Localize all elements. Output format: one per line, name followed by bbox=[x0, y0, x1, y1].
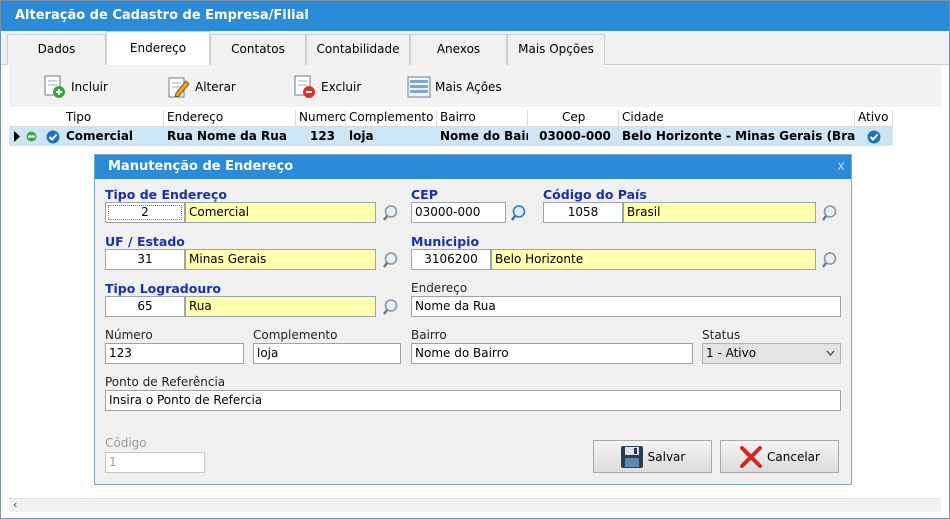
row-indicator-icon bbox=[14, 131, 20, 142]
table-row[interactable]: Comercial Rua Nome da Rua 123 loja Nome … bbox=[9, 127, 893, 146]
status-value: 1 - Ativo bbox=[706, 346, 757, 360]
search-tipo-endereco-icon[interactable] bbox=[382, 204, 400, 222]
tab-contabilidade[interactable]: Contabilidade bbox=[306, 34, 410, 65]
tab-contatos[interactable]: Contatos bbox=[210, 34, 306, 65]
incluir-button[interactable]: Incluir bbox=[43, 75, 108, 99]
check-circle-icon bbox=[46, 130, 60, 144]
col-numero[interactable]: Numero bbox=[296, 110, 346, 127]
col-tipo[interactable]: Tipo bbox=[63, 110, 164, 127]
tipo-logradouro-name-field[interactable]: Rua bbox=[185, 296, 376, 317]
tipo-endereco-code-input[interactable]: 2 bbox=[105, 202, 185, 223]
delete-document-icon bbox=[293, 75, 317, 99]
tab-mais-opcoes[interactable]: Mais Opções bbox=[507, 34, 605, 65]
list-icon bbox=[407, 75, 431, 99]
cell-cidade: Belo Horizonte - Minas Gerais (Brasil) bbox=[622, 129, 855, 143]
search-cep-icon[interactable] bbox=[510, 204, 528, 222]
tipo-logradouro-code-input[interactable]: 65 bbox=[105, 296, 185, 317]
search-tipo-logradouro-icon[interactable] bbox=[382, 298, 400, 316]
grid-header: Tipo Endereço Numero Complemento Bairro … bbox=[9, 107, 893, 127]
excluir-button[interactable]: Excluir bbox=[293, 75, 361, 99]
uf-label: UF / Estado bbox=[105, 234, 185, 249]
municipio-label: Municipio bbox=[411, 234, 480, 249]
complemento-input[interactable]: loja bbox=[253, 343, 401, 364]
tipo-endereco-name-field[interactable]: Comercial bbox=[185, 202, 376, 223]
cell-endereco: Rua Nome da Rua bbox=[167, 129, 287, 143]
codigo-input: 1 bbox=[105, 452, 205, 473]
municipio-code-input[interactable]: 3106200 bbox=[411, 249, 491, 270]
salvar-label: Salvar bbox=[647, 449, 686, 464]
tipo-endereco-label: Tipo de Endereço bbox=[105, 187, 227, 202]
numero-input[interactable]: 123 bbox=[105, 343, 244, 364]
tab-endereco[interactable]: Endereço bbox=[106, 31, 210, 66]
col-cidade[interactable]: Cidade bbox=[619, 110, 855, 127]
window-title: Alteração de Cadastro de Empresa/Filial bbox=[1, 1, 949, 31]
col-complemento[interactable]: Complemento bbox=[346, 110, 437, 127]
codigo-label: Código bbox=[105, 436, 147, 450]
bairro-input[interactable]: Nome do Bairro bbox=[411, 343, 693, 364]
salvar-button[interactable]: Salvar bbox=[593, 440, 712, 473]
dialog-title: Manutenção de Endereço bbox=[95, 155, 851, 179]
main-window: Alteração de Cadastro de Empresa/Filial … bbox=[0, 0, 950, 519]
cancelar-button[interactable]: Cancelar bbox=[720, 440, 839, 473]
cancelar-label: Cancelar bbox=[767, 449, 820, 464]
tipo-logradouro-label: Tipo Logradouro bbox=[105, 281, 221, 296]
col-ativo[interactable]: Ativo bbox=[855, 110, 893, 127]
horizontal-scrollbar[interactable]: ‹ bbox=[9, 498, 941, 512]
status-select[interactable]: 1 - Ativo bbox=[702, 343, 841, 364]
tab-anexos[interactable]: Anexos bbox=[410, 34, 507, 65]
dialog-close-button[interactable]: x bbox=[837, 155, 845, 179]
search-municipio-icon[interactable] bbox=[821, 251, 839, 269]
cell-cep: 03000-000 bbox=[539, 129, 611, 143]
cancel-x-icon bbox=[740, 445, 763, 468]
endereco-label: Endereço bbox=[411, 281, 468, 295]
mais-acoes-button[interactable]: Mais Ações bbox=[407, 75, 502, 99]
ponto-referencia-label: Ponto de Referência bbox=[105, 375, 226, 389]
tab-dados-principais[interactable]: Dados Principais bbox=[7, 34, 106, 85]
complemento-label: Complemento bbox=[253, 328, 338, 342]
alterar-button[interactable]: Alterar bbox=[167, 75, 236, 99]
status-label: Status bbox=[702, 328, 741, 342]
search-uf-icon[interactable] bbox=[382, 251, 400, 269]
save-icon bbox=[620, 445, 643, 468]
col-cep[interactable]: Cep bbox=[528, 110, 619, 127]
chevron-down-icon bbox=[826, 350, 835, 356]
cell-complemento: loja bbox=[349, 129, 374, 143]
ativo-check-icon bbox=[867, 130, 881, 144]
uf-name-field[interactable]: Minas Gerais bbox=[185, 249, 376, 270]
col-endereco[interactable]: Endereço bbox=[164, 110, 296, 127]
cell-numero: 123 bbox=[309, 129, 336, 143]
cell-tipo: Comercial bbox=[66, 129, 134, 143]
municipio-name-field[interactable]: Belo Horizonte bbox=[491, 249, 816, 270]
toolbar: Incluir Alterar Excluir Mais Ações bbox=[9, 65, 941, 107]
edit-document-icon bbox=[167, 75, 191, 99]
tab-bar: Dados Principais Endereço Contatos Conta… bbox=[1, 31, 949, 85]
ponto-referencia-input[interactable]: Insira o Ponto de Refercia bbox=[105, 390, 841, 411]
uf-code-input[interactable]: 31 bbox=[105, 249, 185, 270]
search-pais-icon[interactable] bbox=[821, 204, 839, 222]
endereco-input[interactable]: Nome da Rua bbox=[411, 296, 841, 317]
bairro-label: Bairro bbox=[411, 328, 447, 342]
alterar-label: Alterar bbox=[195, 80, 236, 94]
excluir-label: Excluir bbox=[321, 80, 362, 94]
scroll-left-icon[interactable]: ‹ bbox=[13, 498, 17, 511]
col-bairro[interactable]: Bairro bbox=[437, 110, 528, 127]
incluir-label: Incluir bbox=[71, 80, 108, 94]
cep-label: CEP bbox=[411, 187, 438, 202]
address-dialog: Manutenção de Endereço x Tipo de Endereç… bbox=[94, 154, 852, 485]
cep-input[interactable]: 03000-000 bbox=[411, 202, 506, 223]
codigo-pais-label: Código do País bbox=[543, 187, 647, 202]
cell-bairro: Nome do Bairro bbox=[440, 129, 528, 143]
numero-label: Número bbox=[105, 328, 153, 342]
codigo-pais-code-input[interactable]: 1058 bbox=[543, 202, 623, 223]
add-document-icon bbox=[43, 75, 67, 99]
pais-name-field[interactable]: Brasil bbox=[623, 202, 816, 223]
mais-acoes-label: Mais Ações bbox=[435, 80, 502, 94]
status-dot-icon bbox=[26, 131, 37, 142]
